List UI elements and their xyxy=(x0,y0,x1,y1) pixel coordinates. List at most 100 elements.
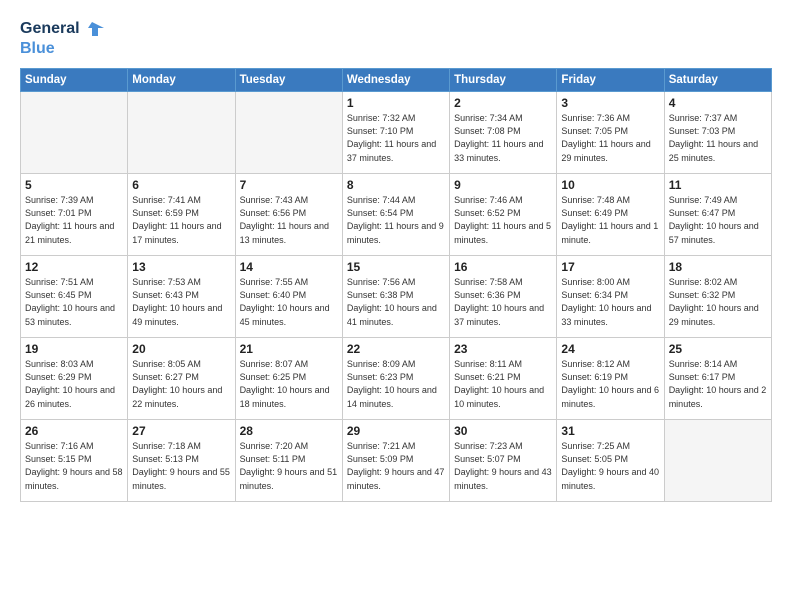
cell-info: Sunrise: 7:23 AM Sunset: 5:07 PM Dayligh… xyxy=(454,440,552,492)
day-number: 22 xyxy=(347,342,445,356)
calendar-cell: 1 Sunrise: 7:32 AM Sunset: 7:10 PM Daylig… xyxy=(342,92,449,174)
weekday-header-monday: Monday xyxy=(128,69,235,92)
day-number: 4 xyxy=(669,96,767,110)
calendar-cell: 5 Sunrise: 7:39 AM Sunset: 7:01 PM Daylig… xyxy=(21,174,128,256)
calendar-cell: 10 Sunrise: 7:48 AM Sunset: 6:49 PM Dayli… xyxy=(557,174,664,256)
weekday-header-tuesday: Tuesday xyxy=(235,69,342,92)
day-number: 12 xyxy=(25,260,123,274)
calendar-cell: 25 Sunrise: 8:14 AM Sunset: 6:17 PM Dayli… xyxy=(664,338,771,420)
day-number: 5 xyxy=(25,178,123,192)
week-row-2: 5 Sunrise: 7:39 AM Sunset: 7:01 PM Daylig… xyxy=(21,174,772,256)
day-number: 1 xyxy=(347,96,445,110)
day-number: 21 xyxy=(240,342,338,356)
calendar-cell xyxy=(21,92,128,174)
cell-info: Sunrise: 7:20 AM Sunset: 5:11 PM Dayligh… xyxy=(240,440,338,492)
week-row-1: 1 Sunrise: 7:32 AM Sunset: 7:10 PM Daylig… xyxy=(21,92,772,174)
weekday-header-saturday: Saturday xyxy=(664,69,771,92)
cell-info: Sunrise: 8:07 AM Sunset: 6:25 PM Dayligh… xyxy=(240,358,338,410)
cell-info: Sunrise: 8:00 AM Sunset: 6:34 PM Dayligh… xyxy=(561,276,659,328)
calendar-cell: 31Sunrise: 7:25 AM Sunset: 5:05 PM Dayli… xyxy=(557,420,664,502)
day-number: 24 xyxy=(561,342,659,356)
day-number: 29 xyxy=(347,424,445,438)
week-row-5: 26Sunrise: 7:16 AM Sunset: 5:15 PM Dayli… xyxy=(21,420,772,502)
day-number: 16 xyxy=(454,260,552,274)
day-number: 30 xyxy=(454,424,552,438)
calendar-cell: 30 Sunrise: 7:23 AM Sunset: 5:07 PM Dayli… xyxy=(450,420,557,502)
cell-info: Sunrise: 7:51 AM Sunset: 6:45 PM Dayligh… xyxy=(25,276,123,328)
calendar-cell: 13 Sunrise: 7:53 AM Sunset: 6:43 PM Dayli… xyxy=(128,256,235,338)
cell-info: Sunrise: 8:05 AM Sunset: 6:27 PM Dayligh… xyxy=(132,358,230,410)
logo: General Blue xyxy=(20,18,104,58)
cell-info: Sunrise: 8:11 AM Sunset: 6:21 PM Dayligh… xyxy=(454,358,552,410)
cell-info: Sunrise: 7:53 AM Sunset: 6:43 PM Dayligh… xyxy=(132,276,230,328)
calendar-cell: 28Sunrise: 7:20 AM Sunset: 5:11 PM Dayli… xyxy=(235,420,342,502)
day-number: 8 xyxy=(347,178,445,192)
cell-info: Sunrise: 8:03 AM Sunset: 6:29 PM Dayligh… xyxy=(25,358,123,410)
calendar-cell: 17 Sunrise: 8:00 AM Sunset: 6:34 PM Dayli… xyxy=(557,256,664,338)
cell-info: Sunrise: 7:44 AM Sunset: 6:54 PM Dayligh… xyxy=(347,194,445,246)
calendar-cell: 22Sunrise: 8:09 AM Sunset: 6:23 PM Dayli… xyxy=(342,338,449,420)
day-number: 17 xyxy=(561,260,659,274)
week-row-4: 19 Sunrise: 8:03 AM Sunset: 6:29 PM Dayli… xyxy=(21,338,772,420)
calendar-cell: 2Sunrise: 7:34 AM Sunset: 7:08 PM Daylig… xyxy=(450,92,557,174)
header: General Blue xyxy=(20,18,772,58)
day-number: 10 xyxy=(561,178,659,192)
cell-info: Sunrise: 8:02 AM Sunset: 6:32 PM Dayligh… xyxy=(669,276,767,328)
cell-info: Sunrise: 7:36 AM Sunset: 7:05 PM Dayligh… xyxy=(561,112,659,164)
cell-info: Sunrise: 7:37 AM Sunset: 7:03 PM Dayligh… xyxy=(669,112,767,164)
weekday-header-sunday: Sunday xyxy=(21,69,128,92)
day-number: 19 xyxy=(25,342,123,356)
weekday-header-thursday: Thursday xyxy=(450,69,557,92)
day-number: 13 xyxy=(132,260,230,274)
calendar-cell: 21 Sunrise: 8:07 AM Sunset: 6:25 PM Dayli… xyxy=(235,338,342,420)
logo-bird-icon xyxy=(82,18,104,40)
cell-info: Sunrise: 7:16 AM Sunset: 5:15 PM Dayligh… xyxy=(25,440,123,492)
cell-info: Sunrise: 7:39 AM Sunset: 7:01 PM Dayligh… xyxy=(25,194,123,246)
calendar-cell: 12 Sunrise: 7:51 AM Sunset: 6:45 PM Dayli… xyxy=(21,256,128,338)
cell-info: Sunrise: 7:49 AM Sunset: 6:47 PM Dayligh… xyxy=(669,194,767,246)
week-row-3: 12 Sunrise: 7:51 AM Sunset: 6:45 PM Dayli… xyxy=(21,256,772,338)
cell-info: Sunrise: 7:56 AM Sunset: 6:38 PM Dayligh… xyxy=(347,276,445,328)
calendar-cell: 14 Sunrise: 7:55 AM Sunset: 6:40 PM Dayli… xyxy=(235,256,342,338)
cell-info: Sunrise: 7:21 AM Sunset: 5:09 PM Dayligh… xyxy=(347,440,445,492)
calendar-table: SundayMondayTuesdayWednesdayThursdayFrid… xyxy=(20,68,772,502)
calendar-cell: 19 Sunrise: 8:03 AM Sunset: 6:29 PM Dayli… xyxy=(21,338,128,420)
cell-info: Sunrise: 7:58 AM Sunset: 6:36 PM Dayligh… xyxy=(454,276,552,328)
calendar-cell: 15 Sunrise: 7:56 AM Sunset: 6:38 PM Dayli… xyxy=(342,256,449,338)
calendar-cell: 9Sunrise: 7:46 AM Sunset: 6:52 PM Daylig… xyxy=(450,174,557,256)
cell-info: Sunrise: 7:32 AM Sunset: 7:10 PM Dayligh… xyxy=(347,112,445,164)
calendar-cell: 18 Sunrise: 8:02 AM Sunset: 6:32 PM Dayli… xyxy=(664,256,771,338)
weekday-header-wednesday: Wednesday xyxy=(342,69,449,92)
day-number: 11 xyxy=(669,178,767,192)
day-number: 27 xyxy=(132,424,230,438)
cell-info: Sunrise: 7:48 AM Sunset: 6:49 PM Dayligh… xyxy=(561,194,659,246)
calendar-cell: 29 Sunrise: 7:21 AM Sunset: 5:09 PM Dayli… xyxy=(342,420,449,502)
calendar-cell: 7 Sunrise: 7:43 AM Sunset: 6:56 PM Daylig… xyxy=(235,174,342,256)
calendar-cell xyxy=(128,92,235,174)
day-number: 2 xyxy=(454,96,552,110)
cell-info: Sunrise: 8:14 AM Sunset: 6:17 PM Dayligh… xyxy=(669,358,767,410)
logo-general: General xyxy=(20,20,80,38)
day-number: 6 xyxy=(132,178,230,192)
calendar-cell xyxy=(235,92,342,174)
calendar-cell: 4 Sunrise: 7:37 AM Sunset: 7:03 PM Daylig… xyxy=(664,92,771,174)
day-number: 15 xyxy=(347,260,445,274)
cell-info: Sunrise: 7:55 AM Sunset: 6:40 PM Dayligh… xyxy=(240,276,338,328)
calendar-cell: 23 Sunrise: 8:11 AM Sunset: 6:21 PM Dayli… xyxy=(450,338,557,420)
day-number: 18 xyxy=(669,260,767,274)
page-container: General Blue SundayMondayTuesdayWednesda… xyxy=(0,0,792,612)
cell-info: Sunrise: 7:43 AM Sunset: 6:56 PM Dayligh… xyxy=(240,194,338,246)
weekday-header-row: SundayMondayTuesdayWednesdayThursdayFrid… xyxy=(21,69,772,92)
day-number: 7 xyxy=(240,178,338,192)
day-number: 23 xyxy=(454,342,552,356)
day-number: 3 xyxy=(561,96,659,110)
day-number: 25 xyxy=(669,342,767,356)
logo-blue: Blue xyxy=(20,40,104,58)
calendar-cell: 6Sunrise: 7:41 AM Sunset: 6:59 PM Daylig… xyxy=(128,174,235,256)
day-number: 14 xyxy=(240,260,338,274)
calendar-cell: 3 Sunrise: 7:36 AM Sunset: 7:05 PM Daylig… xyxy=(557,92,664,174)
calendar-cell: 16 Sunrise: 7:58 AM Sunset: 6:36 PM Dayli… xyxy=(450,256,557,338)
cell-info: Sunrise: 7:46 AM Sunset: 6:52 PM Dayligh… xyxy=(454,194,552,246)
day-number: 31 xyxy=(561,424,659,438)
calendar-cell: 20Sunrise: 8:05 AM Sunset: 6:27 PM Dayli… xyxy=(128,338,235,420)
